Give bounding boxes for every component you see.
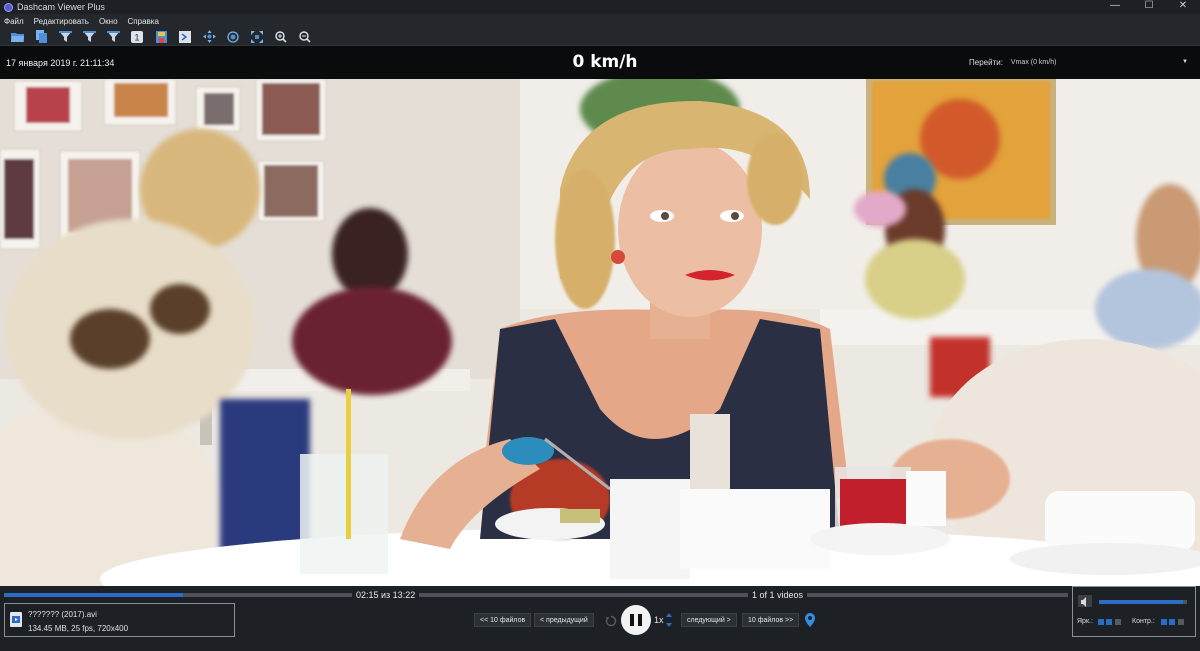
- filter-add-icon[interactable]: [82, 30, 96, 44]
- app-logo-icon: [4, 2, 13, 12]
- open-folder-icon[interactable]: [10, 30, 24, 44]
- audio-video-adjust-panel: Ярк.: Контр.:: [1072, 586, 1196, 637]
- playback-speed: 1x: [654, 615, 664, 625]
- filter-icon[interactable]: [58, 30, 72, 44]
- menu-edit[interactable]: Редактировать: [34, 17, 89, 26]
- goto-select[interactable]: Vmax (0 km/h): [1011, 58, 1057, 67]
- export-icon[interactable]: [178, 30, 192, 44]
- previous-button[interactable]: < предыдущий: [534, 613, 594, 627]
- brightness-label: Ярк.:: [1077, 618, 1093, 625]
- pause-button[interactable]: [621, 605, 651, 635]
- seek-bar[interactable]: [4, 593, 1068, 597]
- back-10-files-button[interactable]: << 10 файлов: [474, 613, 532, 627]
- goto-label: Перейти:: [969, 58, 1003, 67]
- next-button[interactable]: следующий >: [681, 613, 737, 627]
- window-controls: — ☐ ✕: [1098, 0, 1200, 14]
- menu-window[interactable]: Окно: [99, 17, 118, 26]
- save-icon[interactable]: [154, 30, 168, 44]
- speaker-icon[interactable]: [1078, 595, 1092, 607]
- contrast-control[interactable]: [1161, 619, 1184, 625]
- goto-control[interactable]: Перейти: Vmax (0 km/h): [969, 58, 1056, 67]
- open-files-icon[interactable]: [34, 30, 48, 44]
- goto-dropdown-icon[interactable]: ▼: [1182, 59, 1188, 65]
- zoom-out-icon[interactable]: [298, 30, 312, 44]
- brightness-control[interactable]: [1098, 619, 1121, 625]
- minimize-button[interactable]: —: [1098, 0, 1132, 14]
- speed-stepper[interactable]: [665, 612, 673, 628]
- file-info-box: ??????? (2017).avi 134.45 MB, 25 fps, 72…: [4, 603, 235, 637]
- close-button[interactable]: ✕: [1166, 0, 1200, 14]
- svg-text:1: 1: [134, 32, 139, 42]
- filter-remove-icon[interactable]: [106, 30, 120, 44]
- playback-panel: 02:15 из 13:22 1 of 1 videos ??????? (20…: [0, 586, 1200, 651]
- zoom-in-icon[interactable]: [274, 30, 288, 44]
- fit-icon[interactable]: [250, 30, 264, 44]
- volume-slider-fill: [1099, 600, 1183, 604]
- info-bar: 17 января 2019 г. 21:11:34 0 km/h Перейт…: [0, 46, 1200, 79]
- replay-icon[interactable]: [605, 614, 617, 627]
- file-meta: 134.45 MB, 25 fps, 720x400: [28, 624, 129, 633]
- seek-bar-fill: [4, 593, 183, 597]
- video-file-icon: [10, 612, 22, 627]
- maximize-button[interactable]: ☐: [1132, 0, 1166, 14]
- title-bar: Dashcam Viewer Plus — ☐ ✕: [0, 0, 1200, 14]
- one-icon[interactable]: 1: [130, 30, 144, 44]
- forward-10-files-button[interactable]: 10 файлов >>: [742, 613, 800, 627]
- file-name: ??????? (2017).avi: [28, 610, 97, 619]
- menu-file[interactable]: Файл: [4, 17, 24, 26]
- map-pin-icon[interactable]: [805, 613, 815, 627]
- menu-bar: Файл Редактировать Окно Справка: [0, 14, 1200, 28]
- time-label: 02:15 из 13:22: [352, 590, 420, 600]
- volume-slider[interactable]: [1099, 600, 1187, 604]
- pause-icon: [630, 614, 634, 626]
- video-image: [0, 79, 1200, 586]
- center-map-icon[interactable]: [202, 30, 216, 44]
- menu-help[interactable]: Справка: [128, 17, 159, 26]
- window-title: Dashcam Viewer Plus: [17, 2, 105, 12]
- video-frame[interactable]: [0, 79, 1200, 586]
- locate-icon[interactable]: [226, 30, 240, 44]
- toolbar: 1: [0, 28, 1200, 46]
- video-count-label: 1 of 1 videos: [748, 590, 808, 600]
- contrast-label: Контр.:: [1132, 618, 1155, 625]
